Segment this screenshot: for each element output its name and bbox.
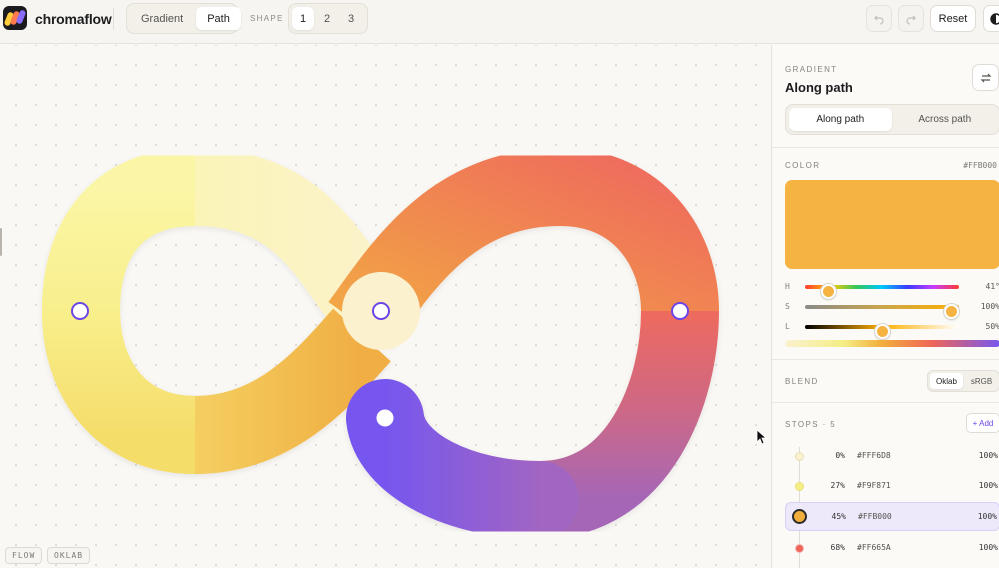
redo-arrow-icon bbox=[906, 15, 916, 25]
canvas[interactable]: FLOW OKLAB bbox=[0, 45, 771, 568]
hue-slider[interactable]: H 41° bbox=[785, 280, 999, 299]
tab-path[interactable]: Path bbox=[196, 7, 241, 30]
stop-handle-100[interactable] bbox=[376, 409, 394, 427]
stop-row[interactable]: 0% #FFF6D8 100% bbox=[785, 442, 999, 471]
undo-arrow-icon bbox=[874, 15, 884, 25]
stop-row[interactable]: 27% #F9F871 100% bbox=[785, 472, 999, 501]
lightness-label: L bbox=[785, 322, 790, 331]
stop-opacity: 100% bbox=[977, 512, 997, 521]
blend-oklab-option[interactable]: Oklab bbox=[930, 373, 963, 389]
gradient-title: Along path bbox=[785, 80, 853, 95]
top-bar: chromaflow Gradient Path SHAPE 1 2 3 Res… bbox=[0, 0, 999, 44]
contrast-icon bbox=[990, 12, 999, 25]
stop-position: 27% bbox=[830, 481, 845, 490]
hue-thumb[interactable] bbox=[821, 284, 837, 299]
tab-along-path[interactable]: Along path bbox=[789, 108, 892, 131]
reset-button[interactable]: Reset bbox=[930, 5, 976, 32]
stop-position: 0% bbox=[835, 451, 845, 460]
infinity-path bbox=[41, 147, 768, 539]
lightness-thumb[interactable] bbox=[875, 324, 890, 339]
stop-opacity: 100% bbox=[978, 481, 998, 490]
saturation-label: S bbox=[785, 302, 790, 311]
color-preview-swatch[interactable] bbox=[785, 180, 999, 269]
stop-hex: #FFF6D8 bbox=[857, 451, 891, 460]
tab-across-path[interactable]: Across path bbox=[894, 108, 997, 131]
stop-position: 45% bbox=[831, 512, 846, 521]
lightness-track[interactable] bbox=[805, 324, 959, 339]
blend-srgb-option[interactable]: sRGB bbox=[965, 373, 998, 389]
stop-color-dot[interactable] bbox=[795, 482, 804, 491]
saturation-slider[interactable]: S 100% bbox=[785, 300, 999, 319]
app-name: chromaflow bbox=[35, 11, 112, 27]
oklab-tag: OKLAB bbox=[47, 547, 91, 564]
flow-tag: FLOW bbox=[5, 547, 43, 564]
mouse-cursor-icon bbox=[756, 429, 768, 445]
shape-option-3[interactable]: 3 bbox=[340, 7, 362, 30]
blend-heading: BLEND bbox=[785, 377, 819, 386]
lightness-slider[interactable]: L 50% bbox=[785, 320, 999, 339]
saturation-track[interactable] bbox=[805, 304, 960, 319]
blend-mode-switch: Oklab sRGB bbox=[927, 370, 999, 392]
stop-color-dot[interactable] bbox=[792, 509, 807, 524]
app-logo-icon bbox=[3, 6, 27, 30]
shape-option-1[interactable]: 1 bbox=[292, 7, 314, 30]
inspector-panel: GRADIENT Along path Along path Across pa… bbox=[771, 45, 999, 568]
shape-option-2[interactable]: 2 bbox=[316, 7, 338, 30]
stop-handle-45[interactable] bbox=[372, 302, 390, 320]
stop-row-selected[interactable]: 45% #FFB000 100% bbox=[785, 502, 999, 531]
stop-handle-68[interactable] bbox=[671, 302, 689, 320]
redo-button[interactable] bbox=[898, 5, 924, 32]
shape-label: SHAPE bbox=[250, 14, 284, 23]
saturation-value: 100% bbox=[980, 302, 999, 311]
hue-label: H bbox=[785, 282, 790, 291]
stop-hex: #FFB000 bbox=[858, 512, 892, 521]
color-hex-value[interactable]: #FFB000 bbox=[963, 161, 997, 170]
add-stop-button[interactable]: + Add bbox=[966, 413, 999, 433]
stop-row[interactable]: 68% #FF665A 100% bbox=[785, 534, 999, 563]
color-heading: COLOR bbox=[785, 161, 821, 170]
theme-toggle-button[interactable] bbox=[983, 5, 999, 32]
gradient-direction-switch: Along path Across path bbox=[785, 104, 999, 135]
gradient-preview-bar bbox=[785, 340, 999, 347]
lightness-value: 50% bbox=[985, 322, 999, 331]
shape-switch: 1 2 3 bbox=[288, 3, 368, 34]
hue-track[interactable] bbox=[805, 284, 959, 299]
stop-color-dot[interactable] bbox=[795, 544, 804, 553]
stop-hex: #F9F871 bbox=[857, 481, 891, 490]
stop-position: 68% bbox=[830, 543, 845, 552]
stop-opacity: 100% bbox=[978, 543, 998, 552]
stop-color-dot[interactable] bbox=[795, 452, 804, 461]
gradient-section: GRADIENT Along path Along path Across pa… bbox=[772, 45, 999, 148]
stop-handle-0[interactable] bbox=[71, 302, 89, 320]
swap-direction-button[interactable] bbox=[972, 64, 999, 91]
hue-value: 41° bbox=[985, 282, 999, 291]
stops-heading: STOPS · 5 bbox=[785, 420, 837, 429]
gradient-heading: GRADIENT bbox=[785, 65, 838, 74]
tab-gradient[interactable]: Gradient bbox=[130, 7, 194, 30]
stop-hex: #FF665A bbox=[857, 543, 891, 552]
toolbar-divider bbox=[113, 8, 114, 30]
swap-arrows-icon bbox=[980, 73, 991, 82]
mode-switch: Gradient Path bbox=[126, 3, 241, 34]
stop-opacity: 100% bbox=[978, 451, 998, 460]
undo-button[interactable] bbox=[866, 5, 892, 32]
